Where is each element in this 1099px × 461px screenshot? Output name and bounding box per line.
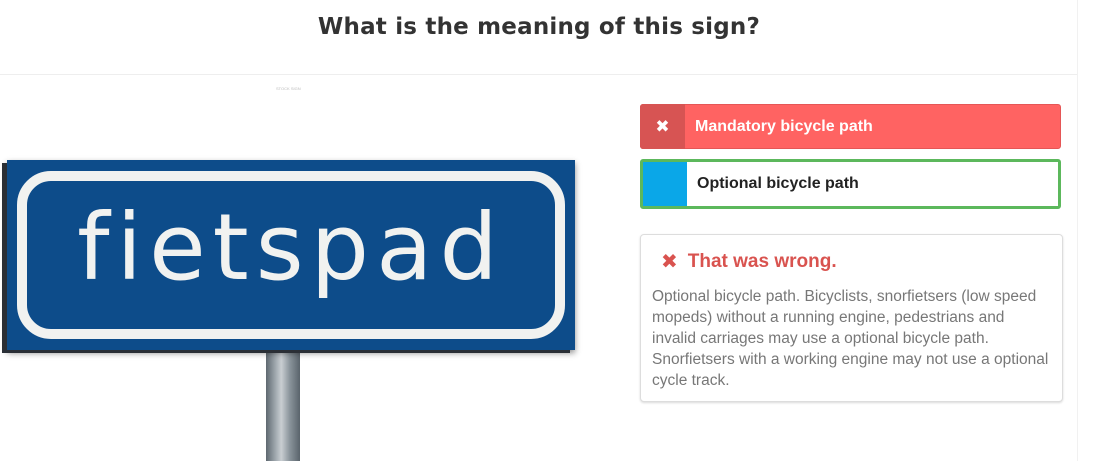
answer-label: Optional bicycle path [697,175,859,192]
scrollbar[interactable] [1077,0,1099,461]
answer-marker [643,162,687,206]
sign-board: fietspad [7,160,575,350]
feedback-title-text: That was wrong. [687,250,837,272]
divider [0,74,1078,75]
feedback-body: Optional bicycle path. Bicyclists, snorf… [652,288,1049,389]
quiz-page: What is the meaning of this sign? STOCK … [0,0,1099,461]
question-title: What is the meaning of this sign? [317,14,761,40]
feedback-panel: ✖ That was wrong. Optional bicycle path.… [640,234,1063,402]
image-credit: STOCK SIGN [276,86,301,91]
feedback-title: ✖ That was wrong. [661,249,1052,274]
answer-option-mandatory[interactable]: ✖ Mandatory bicycle path [640,104,1061,149]
x-icon: ✖ [661,251,678,273]
close-icon: ✖ [640,104,685,149]
sign-post [266,346,300,461]
answer-label: Mandatory bicycle path [695,117,873,135]
sign-text: fietspad [77,194,505,301]
answer-option-optional[interactable]: Optional bicycle path [640,159,1061,209]
